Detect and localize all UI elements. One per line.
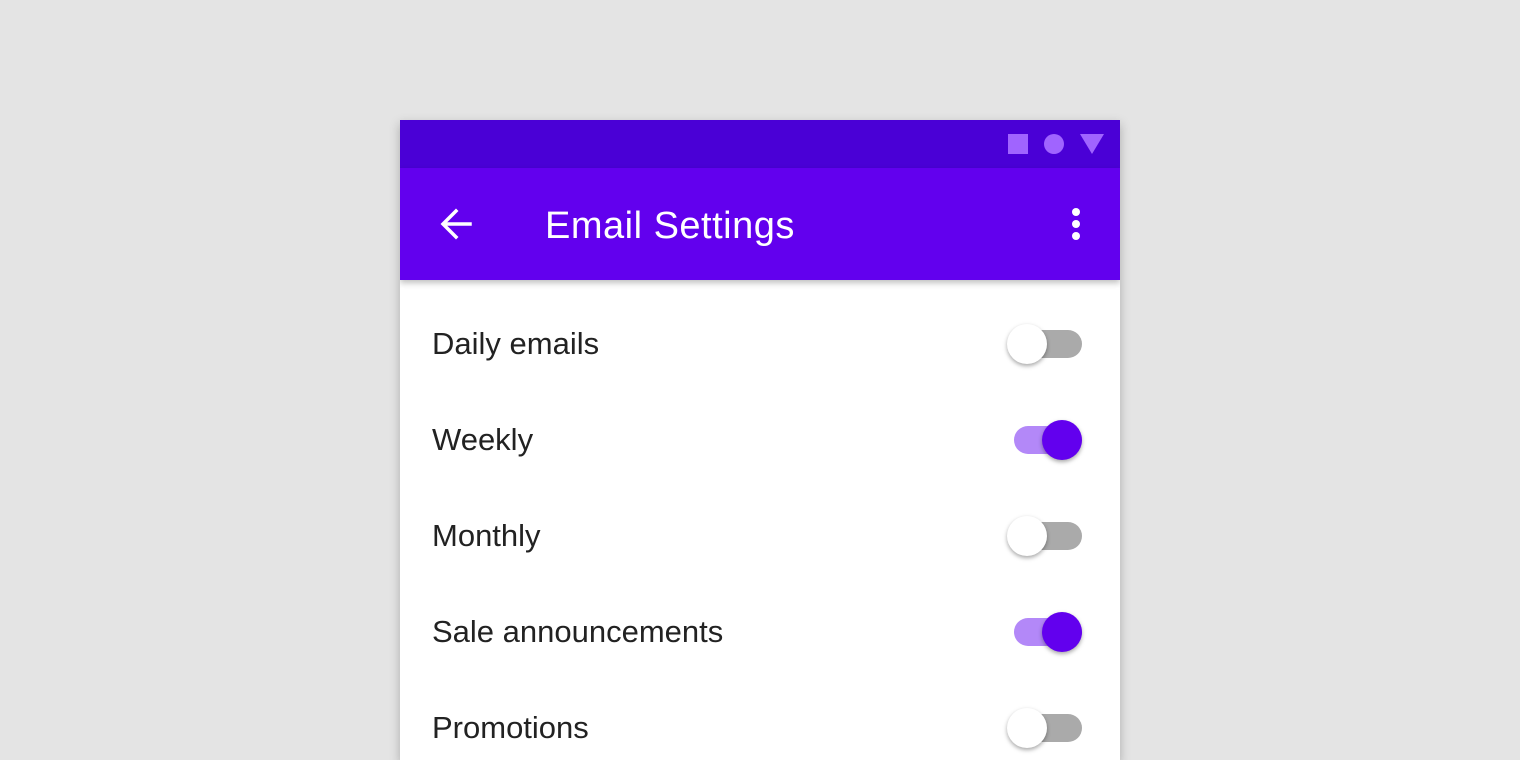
phone-screen: Email Settings Daily emails Weekly Month…	[400, 120, 1120, 760]
more-vertical-icon-dot	[1072, 220, 1080, 228]
switch-thumb	[1007, 708, 1047, 748]
app-bar: Email Settings	[400, 168, 1120, 280]
arrow-left-icon	[440, 208, 472, 240]
setting-row-sale-announcements: Sale announcements	[400, 584, 1120, 680]
setting-row-monthly: Monthly	[400, 488, 1120, 584]
circle-icon	[1044, 134, 1064, 154]
square-icon	[1008, 134, 1028, 154]
more-vertical-icon	[1072, 208, 1080, 216]
setting-row-promotions: Promotions	[400, 680, 1120, 760]
setting-row-daily-emails: Daily emails	[400, 296, 1120, 392]
triangle-icon	[1080, 134, 1104, 154]
more-vertical-icon-dot	[1072, 232, 1080, 240]
settings-list: Daily emails Weekly Monthly Sale announc…	[400, 296, 1120, 760]
setting-label: Promotions	[432, 710, 589, 745]
daily-emails-toggle[interactable]	[1007, 324, 1083, 364]
page-title: Email Settings	[545, 205, 795, 247]
setting-label: Daily emails	[432, 326, 600, 361]
switch-thumb	[1007, 516, 1047, 556]
monthly-toggle[interactable]	[1007, 516, 1083, 556]
status-icons	[1008, 134, 1104, 154]
more-options-button[interactable]	[1052, 200, 1100, 248]
status-bar	[400, 120, 1120, 168]
sale-announcements-toggle[interactable]	[1007, 612, 1083, 652]
back-button[interactable]	[432, 200, 480, 248]
setting-label: Sale announcements	[432, 614, 724, 649]
setting-label: Monthly	[432, 518, 541, 553]
switch-thumb	[1007, 324, 1047, 364]
setting-row-weekly: Weekly	[400, 392, 1120, 488]
weekly-toggle[interactable]	[1007, 420, 1083, 460]
setting-label: Weekly	[432, 422, 534, 457]
switch-thumb	[1042, 420, 1082, 460]
switch-thumb	[1042, 612, 1082, 652]
promotions-toggle[interactable]	[1007, 708, 1083, 748]
